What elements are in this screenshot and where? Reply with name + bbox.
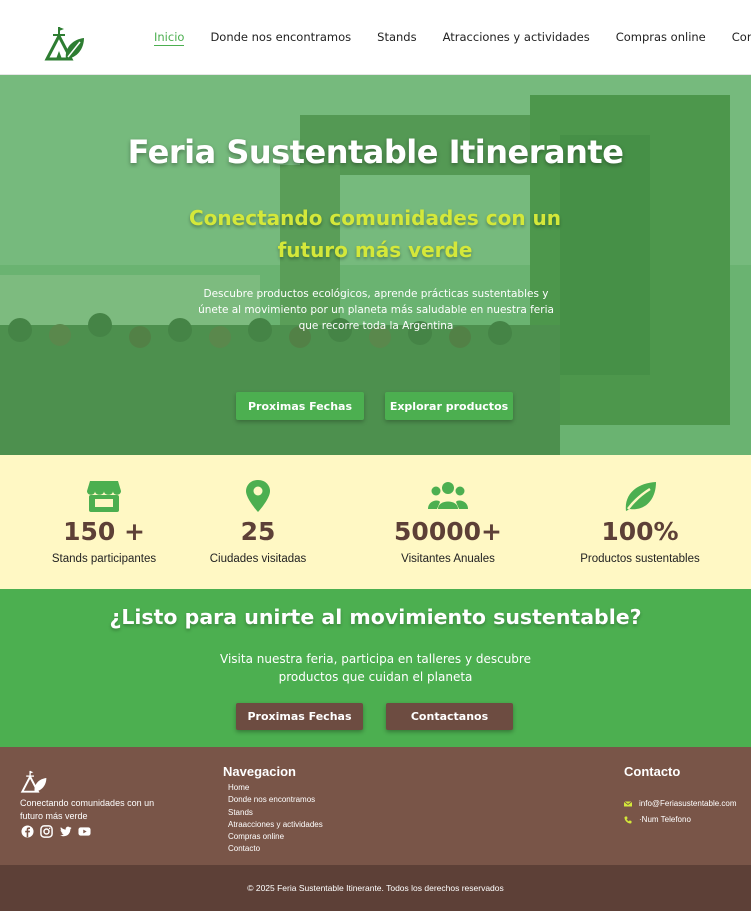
store-icon <box>87 481 121 512</box>
nav-link-stands[interactable]: Stands <box>377 30 416 46</box>
twitter-icon[interactable] <box>59 825 72 838</box>
contact-phone-row: ·Num Telefono <box>624 815 691 824</box>
nav-link-donde-nos-encontramos[interactable]: Donde nos encontramos <box>210 30 351 46</box>
nav-link-inicio[interactable]: Inicio <box>154 30 185 46</box>
nav-links: Inicio Donde nos encontramos Stands Atra… <box>154 30 751 46</box>
cta-description: Visita nuestra feria, participa en talle… <box>220 652 531 684</box>
footer-tagline: Conectando comunidades con un futuro más… <box>20 798 155 821</box>
nav-link-compras-online[interactable]: Compras online <box>616 30 706 46</box>
footer-nav-title: Navegacion <box>223 764 296 779</box>
tent-leaf-logo <box>20 770 47 793</box>
stat-value: 25 <box>240 517 276 546</box>
stat-label: Stands participantes <box>51 553 157 565</box>
footer-contact-title: Contacto <box>624 764 681 779</box>
cta-title: ¿Listo para unirte al movimiento sustent… <box>109 605 642 629</box>
contactanos-button[interactable]: Contactanos <box>386 703 513 730</box>
leaf-icon <box>625 482 656 511</box>
footer-link-donde-nos-encontramos[interactable]: Donde nos encontramos <box>228 794 323 806</box>
footer-link-compras-online[interactable]: Compras online <box>228 831 323 843</box>
instagram-icon[interactable] <box>40 825 53 838</box>
proximas-fechas-button[interactable]: Proximas Fechas <box>236 392 364 420</box>
tent-leaf-logo[interactable] <box>44 21 86 61</box>
stats-section: 150 + Stands participantes 25 Ciudades v… <box>0 455 751 589</box>
footer-link-contacto[interactable]: Contacto <box>228 843 323 855</box>
footer: Conectando comunidades con un futuro más… <box>0 747 751 865</box>
stat-label: Visitantes Anuales <box>401 553 495 565</box>
footer-link-home[interactable]: Home <box>228 782 323 794</box>
youtube-icon[interactable] <box>78 825 91 838</box>
hero-subtitle: Conectando comunidades con un futuro más… <box>189 206 561 262</box>
explorar-productos-button[interactable]: Explorar productos <box>385 392 513 420</box>
stat-value: 50000+ <box>394 517 502 546</box>
stat-label: Ciudades visitadas <box>209 553 307 565</box>
location-pin-icon <box>246 480 270 512</box>
contact-email-row: info@Feriasustentable.com <box>624 799 737 808</box>
stat-value: 100% <box>601 517 679 546</box>
hero-description: Descubre productos ecológicos, aprende p… <box>198 288 554 332</box>
cta-proximas-fechas-button[interactable]: Proximas Fechas <box>236 703 363 730</box>
nav-link-contacto[interactable]: Contacto <box>732 30 751 46</box>
stat-label: Productos sustentables <box>580 553 700 565</box>
copyright-bar: © 2025 Feria Sustentable Itinerante. Tod… <box>0 865 751 911</box>
stat-value: 150 + <box>63 517 145 546</box>
footer-link-atracciones[interactable]: Atraacciones y actividades <box>228 819 323 831</box>
contact-phone: ·Num Telefono <box>639 815 691 824</box>
footer-link-stands[interactable]: Stands <box>228 807 323 819</box>
top-navbar: Inicio Donde nos encontramos Stands Atra… <box>0 0 751 75</box>
hero-title: Feria Sustentable Itinerante <box>127 133 624 171</box>
social-links <box>21 825 91 838</box>
footer-nav-list: Home Donde nos encontramos Stands Atraac… <box>228 782 323 856</box>
users-group-icon <box>428 482 468 509</box>
facebook-icon[interactable] <box>21 825 34 838</box>
cta-section: ¿Listo para unirte al movimiento sustent… <box>0 589 751 747</box>
phone-icon <box>624 816 632 823</box>
envelope-icon <box>624 800 632 806</box>
contact-email[interactable]: info@Feriasustentable.com <box>639 799 737 808</box>
nav-link-atracciones[interactable]: Atracciones y actividades <box>443 30 590 46</box>
hero-section: Feria Sustentable Itinerante Conectando … <box>0 75 751 455</box>
